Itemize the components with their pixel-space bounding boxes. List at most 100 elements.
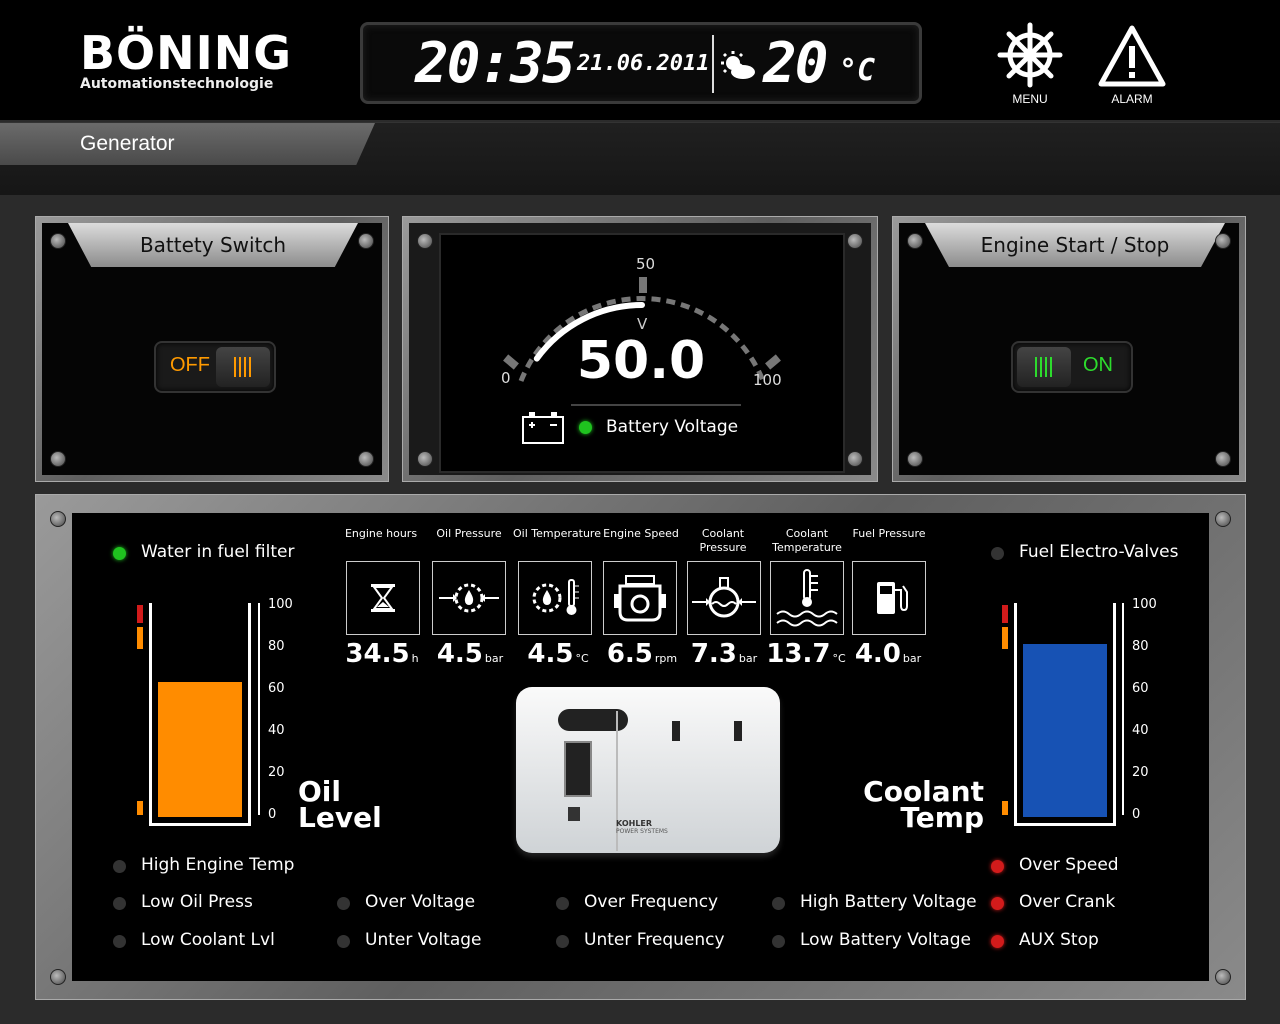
sensor-caption: Oil Temperature (513, 527, 601, 540)
oil-level-title: Oil Level (298, 778, 382, 832)
panel-body: 50 0 100 V 50.0 Battery Voltage (409, 223, 871, 475)
low-coolant-lvl-lamp (113, 935, 126, 948)
battery-toggle-switch[interactable]: OFF (154, 341, 276, 393)
sensor-caption: Engine hours (344, 527, 418, 540)
over-frequency-lamp (556, 897, 569, 910)
screw-icon (50, 969, 66, 985)
sensor-caption: Fuel Pressure (852, 527, 926, 540)
switch-knob (216, 347, 270, 387)
knob-grip-icon (1035, 357, 1052, 377)
panel-title: Battety Switch (68, 223, 358, 267)
sensor-caption: Engine Speed (603, 527, 679, 540)
coolant-temperature-icon (776, 569, 838, 627)
screw-icon (358, 233, 374, 249)
page-title: Generator (80, 132, 175, 155)
over-crank-label: Over Crank (1019, 892, 1116, 912)
sensor-tile-coolant-temperature[interactable] (770, 561, 844, 635)
screw-icon (907, 233, 923, 249)
scale-label: 80 (268, 639, 285, 654)
over-frequency-label: Over Frequency (584, 892, 719, 912)
top-bar: BÖNING Automationstechnologie 20:35 21.0… (0, 0, 1280, 120)
screw-icon (50, 451, 66, 467)
coolant-label-line2: Temp (900, 801, 984, 834)
scale-label: 0 (268, 807, 277, 822)
battery-voltage-status-lamp (579, 421, 592, 434)
tank-low-marker (137, 801, 143, 815)
alarm-button[interactable]: ALARM (1092, 22, 1172, 112)
switch-state-label: OFF (170, 354, 210, 376)
coolant-temp-fill (1023, 644, 1107, 817)
sensor-value: 6.5 (606, 639, 653, 669)
fuel-valves-lamp (991, 547, 1004, 560)
generator-image: KOHLER POWER SYSTEMS (512, 681, 784, 861)
water-in-fuel-lamp (113, 547, 126, 560)
oil-level-fill (158, 682, 242, 817)
gauge-screen: 50 0 100 V 50.0 Battery Voltage (439, 233, 845, 473)
sensor-unit: bar (738, 652, 758, 665)
tank-alarm-marker (1002, 605, 1008, 623)
title-bar: Generator (0, 122, 1280, 195)
ship-wheel-icon (997, 22, 1063, 88)
tank-warning-marker (1002, 627, 1008, 649)
sensor-unit: bar (484, 652, 504, 665)
high-engine-temp-label: High Engine Temp (141, 855, 295, 875)
low-battery-voltage-label: Low Battery Voltage (800, 930, 971, 950)
sensor-tile-engine-hours[interactable] (346, 561, 420, 635)
voltage-gauge-panel: 50 0 100 V 50.0 Battery Voltage (402, 216, 878, 482)
sensor-value: 4.5 (436, 639, 483, 669)
sensor-tile-oil-temperature[interactable] (518, 561, 592, 635)
tank-scale-bar (1122, 603, 1124, 815)
brand-logo: BÖNING Automationstechnologie (80, 30, 292, 92)
screw-icon (1215, 451, 1231, 467)
screw-icon (847, 233, 863, 249)
tank-low-marker (1002, 801, 1008, 815)
engine-icon (614, 575, 666, 622)
low-oil-press-label: Low Oil Press (141, 892, 253, 912)
high-battery-voltage-label: High Battery Voltage (800, 892, 977, 912)
display-divider (712, 35, 714, 93)
coolant-temp-tank (1014, 603, 1116, 826)
generator-latch (734, 721, 742, 741)
oil-temperature-icon (532, 579, 579, 615)
scale-label: 20 (268, 765, 285, 780)
warning-triangle-icon (1098, 25, 1166, 87)
screw-icon (358, 451, 374, 467)
coolant-temp-title: Coolant Temp (832, 778, 984, 834)
panel-body: Water in fuel filter Fuel Electro-Valves… (72, 513, 1209, 981)
fuel-pressure-readout: 4.0 bar (838, 639, 938, 669)
aux-stop-lamp (991, 935, 1004, 948)
knob-grip-icon (234, 357, 251, 377)
engine-monitor-panel: Water in fuel filter Fuel Electro-Valves… (35, 494, 1246, 1000)
engine-hours-readout: 34.5 h (332, 639, 432, 669)
menu-button[interactable]: MENU (990, 22, 1070, 112)
high-battery-voltage-lamp (772, 897, 785, 910)
high-engine-temp-lamp (113, 860, 126, 873)
sensor-value: 4.0 (854, 639, 901, 669)
sensor-value: 34.5 (345, 639, 410, 669)
scale-label: 20 (1132, 765, 1149, 780)
sensor-tile-coolant-pressure[interactable] (687, 561, 761, 635)
unter-frequency-label: Unter Frequency (584, 930, 725, 950)
tank-scale-bar (258, 603, 260, 815)
over-crank-lamp (991, 897, 1004, 910)
scale-label: 60 (268, 681, 285, 696)
title-tab (0, 123, 375, 165)
coolant-pressure-icon (692, 577, 756, 618)
brand-name: BÖNING (80, 26, 293, 80)
generator-switch (568, 807, 580, 821)
engine-start-stop-switch[interactable]: ON (1011, 341, 1133, 393)
generator-brand-name: KOHLER (616, 819, 653, 828)
switch-knob (1017, 347, 1071, 387)
screw-icon (1215, 969, 1231, 985)
screw-icon (417, 233, 433, 249)
sensor-unit: bar (902, 652, 922, 665)
sensor-tile-engine-speed[interactable] (603, 561, 677, 635)
battery-voltage-label: Battery Voltage (606, 417, 739, 437)
water-in-fuel-label: Water in fuel filter (141, 542, 295, 562)
fuel-valves-label: Fuel Electro-Valves (1019, 542, 1179, 562)
status-display: 20:35 21.06.2011 20 °C (360, 22, 922, 104)
low-coolant-lvl-label: Low Coolant Lvl (141, 930, 275, 950)
sensor-tile-oil-pressure[interactable] (432, 561, 506, 635)
sensor-tile-fuel-pressure[interactable] (852, 561, 926, 635)
sensor-value: 13.7 (766, 639, 831, 669)
